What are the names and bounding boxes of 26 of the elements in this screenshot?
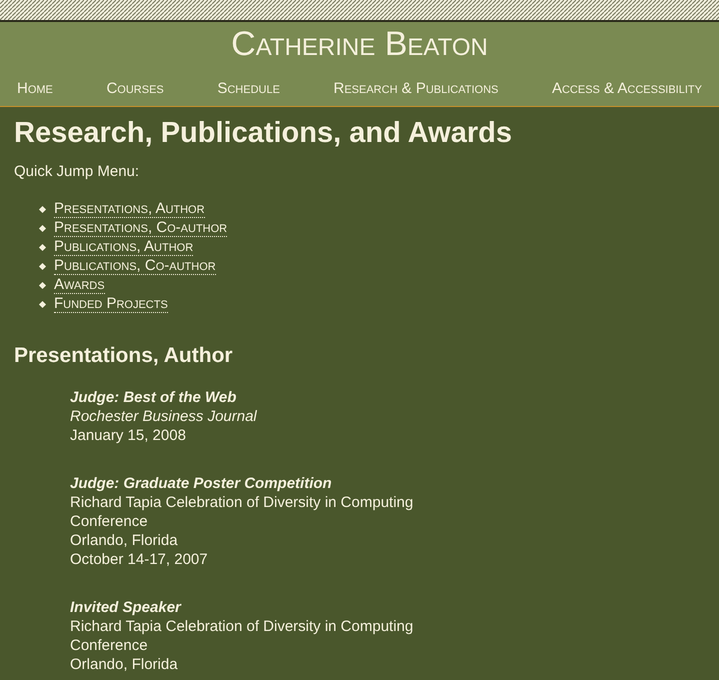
entry-detail: October 14-17, 2007 [70, 550, 209, 568]
entry-title: Invited Speaker [70, 598, 182, 616]
entry-detail: January 15, 2008 [70, 426, 187, 444]
jump-link[interactable]: Funded Projects [54, 296, 168, 313]
bullet-icon [38, 206, 46, 214]
entry-detail: Orlando, Florida [70, 530, 179, 550]
jump-link[interactable]: Awards [54, 277, 105, 294]
page-heading: Research, Publications, and Awards [14, 116, 513, 150]
jump-link[interactable]: Publications, Co-author [54, 258, 216, 275]
entry-detail: Richard Tapia Celebration of Diversity in Computing Conference [70, 616, 414, 654]
site-title: Catherine Beaton [230, 24, 489, 64]
entry-title: Judge: Best of the Web [70, 388, 238, 406]
jump-link[interactable]: Presentations, Author [54, 201, 205, 218]
entry-detail: Orlando, Florida [70, 654, 179, 674]
jump-link[interactable]: Presentations, Co-author [54, 220, 228, 237]
entry-detail: Richard Tapia Celebration of Diversity in Computing Conference [70, 492, 414, 530]
bullet-icon [38, 224, 46, 232]
section-heading: Presentations, Author [14, 343, 234, 369]
jump-link[interactable]: Publications, Author [54, 239, 194, 256]
quick-jump-label: Quick Jump Menu: [14, 162, 140, 182]
bullet-icon [38, 282, 46, 290]
entry-title: Judge: Graduate Poster Competition [70, 474, 333, 492]
bullet-icon [38, 244, 46, 252]
entry-venue: Rochester Business Journal [70, 406, 258, 426]
bullet-icon [38, 300, 46, 308]
bullet-icon [38, 262, 46, 270]
